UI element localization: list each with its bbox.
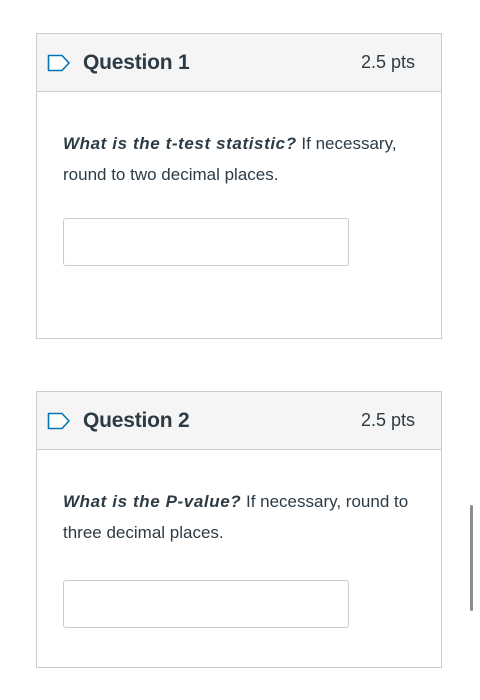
question-title: Question 1 — [83, 50, 190, 74]
question-card-2: Question 2 2.5 pts What is the P-value? … — [36, 391, 442, 668]
question-header: Question 1 2.5 pts — [37, 34, 441, 92]
question-title: Question 2 — [83, 408, 190, 432]
question-prompt: What is the P-value? If necessary, round… — [63, 486, 415, 548]
question-body: What is the t-test statistic? If necessa… — [37, 92, 441, 266]
question-card-1: Question 1 2.5 pts What is the t-test st… — [36, 33, 442, 339]
quiz-page: Question 1 2.5 pts What is the t-test st… — [0, 0, 480, 700]
question-prompt-emphasis: What is the P-value? — [63, 492, 242, 511]
question-points: 2.5 pts — [360, 410, 415, 430]
bookmark-flag-icon[interactable] — [47, 54, 71, 72]
question-body: What is the P-value? If necessary, round… — [37, 450, 441, 628]
scrollbar-thumb[interactable] — [470, 505, 473, 611]
bookmark-flag-icon[interactable] — [47, 412, 71, 430]
question-prompt-emphasis: What is the t-test statistic? — [63, 134, 297, 153]
question-header: Question 2 2.5 pts — [37, 392, 441, 450]
question-prompt: What is the t-test statistic? If necessa… — [63, 128, 415, 190]
answer-input[interactable] — [63, 580, 349, 628]
question-points: 2.5 pts — [360, 52, 415, 72]
answer-input[interactable] — [63, 218, 349, 266]
